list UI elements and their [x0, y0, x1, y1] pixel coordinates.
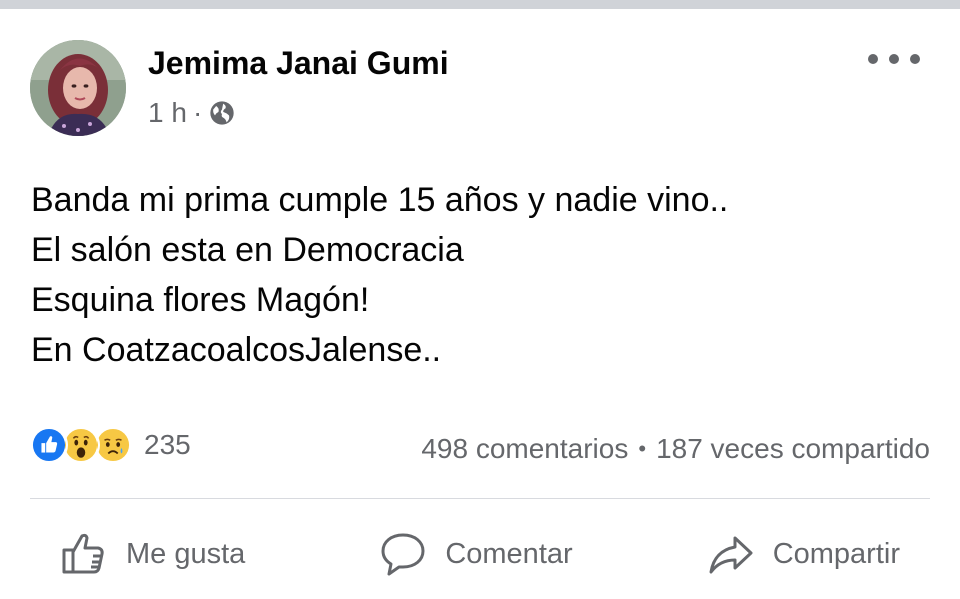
more-dot: [910, 54, 920, 64]
like-button[interactable]: Me gusta: [30, 519, 275, 589]
author-name[interactable]: Jemima Janai Gumi: [148, 45, 449, 82]
post-body-line: Banda mi prima cumple 15 años y nadie vi…: [31, 181, 729, 219]
reaction-count[interactable]: 235: [144, 429, 191, 461]
post-time[interactable]: 1 h: [148, 97, 187, 129]
like-icon: [30, 426, 68, 464]
engagement-stats: 498 comentarios • 187 veces compartido: [421, 429, 930, 469]
post-card: Jemima Janai Gumi 1 h · Banda mi prima c…: [0, 9, 960, 599]
more-options-button[interactable]: [868, 49, 920, 69]
post-body-line: El salón esta en Democracia: [31, 231, 464, 269]
comment-icon: [381, 533, 425, 576]
shares-count[interactable]: 187 veces compartido: [656, 433, 930, 465]
top-divider-bar: [0, 0, 960, 9]
comment-label: Comentar: [445, 537, 573, 570]
comments-count[interactable]: 498 comentarios: [421, 433, 628, 465]
meta-separator: ·: [192, 97, 203, 128]
like-label: Me gusta: [126, 537, 246, 570]
stats-separator: •: [638, 436, 647, 461]
avatar[interactable]: [30, 40, 126, 136]
post-meta: 1 h ·: [148, 97, 236, 129]
actions-divider: [30, 498, 930, 499]
post-body-line: Esquina flores Magón!: [31, 281, 370, 319]
more-dot: [889, 54, 899, 64]
share-button[interactable]: Compartir: [677, 519, 930, 589]
avatar-image: [30, 40, 126, 136]
share-icon: [709, 536, 753, 574]
globe-icon[interactable]: [208, 99, 236, 127]
post-body-line: En CoatzacoalcosJalense..: [31, 331, 442, 369]
comment-button[interactable]: Comentar: [349, 519, 602, 589]
more-dot: [868, 54, 878, 64]
post-body: Banda mi prima cumple 15 años y nadie vi…: [31, 175, 911, 375]
reactions-summary[interactable]: 235: [30, 425, 191, 465]
thumbs-up-icon: [62, 533, 104, 574]
action-bar: Me gusta Comentar Compartir: [30, 519, 930, 589]
share-label: Compartir: [772, 537, 900, 570]
